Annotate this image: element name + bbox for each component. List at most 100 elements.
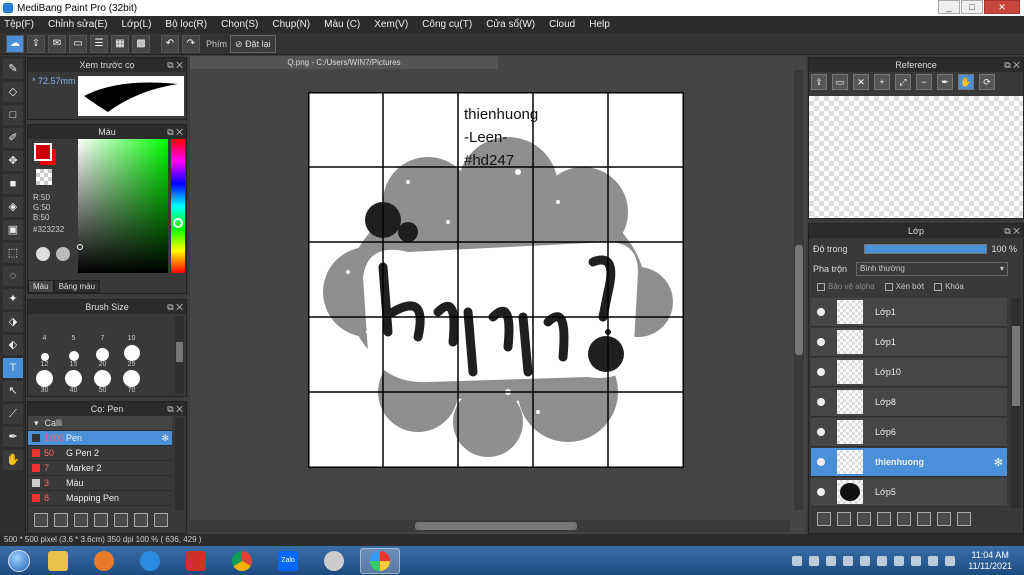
clock[interactable]: 11:04 AM 11/11/2021 (968, 550, 1012, 572)
tray-app-icon[interactable] (894, 555, 905, 566)
layer-row[interactable]: Lớp5 (811, 478, 1007, 507)
select-pen-icon[interactable]: ⬗ (3, 312, 23, 332)
tray-app-icon[interactable] (860, 555, 871, 566)
taskbar-chrome[interactable] (222, 548, 262, 574)
brush-add-icon[interactable] (74, 513, 88, 527)
opacity-slider[interactable] (863, 244, 987, 254)
text-tool-icon[interactable]: T (3, 358, 23, 378)
fit-icon[interactable]: ⤢ (895, 74, 911, 90)
brush-upload-icon[interactable] (34, 513, 48, 527)
taskbar-paint-tool[interactable] (314, 548, 354, 574)
select-rect-icon[interactable]: ⬚ (3, 243, 23, 263)
taskbar-zalo[interactable]: Zalo (268, 548, 308, 574)
folder-icon[interactable]: ▭ (832, 74, 848, 90)
operation-tool-icon[interactable]: ↖ (3, 381, 23, 401)
size-cell[interactable]: 30 (30, 368, 59, 394)
merge-layer-icon[interactable] (937, 512, 951, 526)
maximize-button[interactable]: □ (961, 0, 983, 14)
new-8bit-layer-icon[interactable] (857, 512, 871, 526)
reference-image-area[interactable] (809, 96, 1023, 218)
menu-snap[interactable]: Chụp(N) (272, 19, 310, 30)
menu-file[interactable]: Tệp(F) (4, 19, 34, 30)
size-cell[interactable]: 40 (59, 368, 88, 394)
lasso-icon[interactable]: ◌ (3, 266, 23, 286)
duplicate-layer-icon[interactable] (917, 512, 931, 526)
layout-icon[interactable]: ▦ (111, 34, 129, 53)
flag-icon[interactable] (911, 555, 922, 566)
hand-tool-icon[interactable]: ✋ (3, 450, 23, 470)
size-cell[interactable]: 25 (117, 342, 146, 368)
rotate-icon[interactable]: ⟳ (979, 74, 995, 90)
network-icon[interactable] (928, 555, 939, 566)
zoom-out-icon[interactable]: − (916, 74, 932, 90)
scroll-thumb[interactable] (1012, 326, 1020, 406)
size-cell[interactable]: 50 (88, 368, 117, 394)
antivirus-icon[interactable] (877, 555, 888, 566)
lock-checkbox[interactable] (934, 282, 943, 291)
layer-row[interactable]: Lớp8 (811, 388, 1007, 417)
panel-controls-icon[interactable]: ⧉ ✕ (167, 402, 183, 416)
brush-row[interactable]: 8 Mapping Pen (28, 491, 172, 506)
taskbar-media-player[interactable] (84, 548, 124, 574)
protect-alpha-checkbox[interactable] (817, 282, 825, 291)
scroll-thumb[interactable] (176, 342, 183, 362)
brush-row[interactable]: 50 G Pen 2 (28, 446, 172, 461)
volume-icon[interactable] (945, 555, 956, 566)
layer-row[interactable]: Lớp10 (811, 358, 1007, 387)
size-cell[interactable]: 10 (117, 316, 146, 342)
brush-new-icon[interactable] (54, 513, 68, 527)
visibility-icon[interactable] (817, 458, 825, 466)
bluetooth-icon[interactable] (809, 555, 820, 566)
comment-icon[interactable]: ✉ (48, 34, 66, 53)
new-halftone-layer-icon[interactable] (837, 512, 851, 526)
scroll-thumb[interactable] (795, 245, 803, 355)
menu-help[interactable]: Help (589, 19, 610, 30)
brush-tool-icon[interactable]: ✎ (3, 59, 23, 79)
canvas-horizontal-scrollbar[interactable] (190, 520, 790, 532)
upload-icon[interactable]: ⇪ (811, 74, 827, 90)
tray-app-icon[interactable] (826, 555, 837, 566)
clipping-checkbox[interactable] (884, 282, 893, 291)
layer-scrollbar[interactable] (1011, 298, 1021, 508)
brush-row[interactable]: 3 Màu (28, 476, 172, 491)
size-cell[interactable]: 7 (88, 316, 117, 342)
visibility-icon[interactable] (817, 428, 825, 436)
taskbar-explorer[interactable] (38, 548, 78, 574)
taskbar-pdf[interactable] (176, 548, 216, 574)
menu-window[interactable]: Cửa sổ(W) (486, 19, 535, 30)
hue-slider[interactable] (171, 139, 185, 273)
palette-add-icon[interactable] (56, 247, 70, 261)
menu-tools[interactable]: Công cụ(T) (422, 19, 472, 30)
panel-controls-icon[interactable]: ⧉ ✕ (167, 300, 183, 314)
palette-icon[interactable] (36, 247, 50, 261)
transparent-color-swatch[interactable] (36, 169, 52, 185)
collapse-icon[interactable]: ▾ (34, 418, 39, 429)
foreground-color-swatch[interactable] (34, 143, 52, 161)
select-eraser-icon[interactable]: ⬖ (3, 335, 23, 355)
taskbar-ie[interactable] (130, 548, 170, 574)
gear-icon[interactable]: ✻ (994, 456, 1003, 469)
layer-row-selected[interactable]: thienhuong ✻ (811, 448, 1007, 477)
undo-icon[interactable]: ↶ (161, 34, 179, 53)
new-layer-icon[interactable] (817, 512, 831, 526)
layer-row[interactable]: Lớp1 (811, 328, 1007, 357)
fill-rect-icon[interactable]: ■ (3, 174, 23, 194)
cloud-icon[interactable]: ☁ (6, 34, 24, 53)
size-cell[interactable]: 20 (88, 342, 117, 368)
reset-button[interactable]: ⊘ Đặt lại (230, 34, 276, 53)
share-icon[interactable]: ⇪ (27, 34, 45, 53)
size-cell[interactable]: 5 (59, 316, 88, 342)
blend-mode-select[interactable]: Bình thường ▾ (856, 262, 1009, 276)
brush-settings-icon[interactable] (94, 513, 108, 527)
divide-tool-icon[interactable]: ⟋ (3, 404, 23, 424)
saturation-value-picker[interactable] (78, 139, 168, 273)
panel-controls-icon[interactable]: ⧉ ✕ (167, 58, 183, 72)
document-tab[interactable]: Q.png - C:/Users/WIN7/Pictures (190, 56, 498, 69)
hue-handle[interactable] (173, 218, 183, 228)
panel-controls-icon[interactable]: ⧉ ✕ (1004, 224, 1020, 238)
brush-delete-icon[interactable] (154, 513, 168, 527)
visibility-icon[interactable] (817, 338, 825, 346)
start-button[interactable] (0, 547, 38, 574)
color-picker-handle[interactable] (77, 244, 83, 250)
close-button[interactable]: ✕ (984, 0, 1020, 14)
